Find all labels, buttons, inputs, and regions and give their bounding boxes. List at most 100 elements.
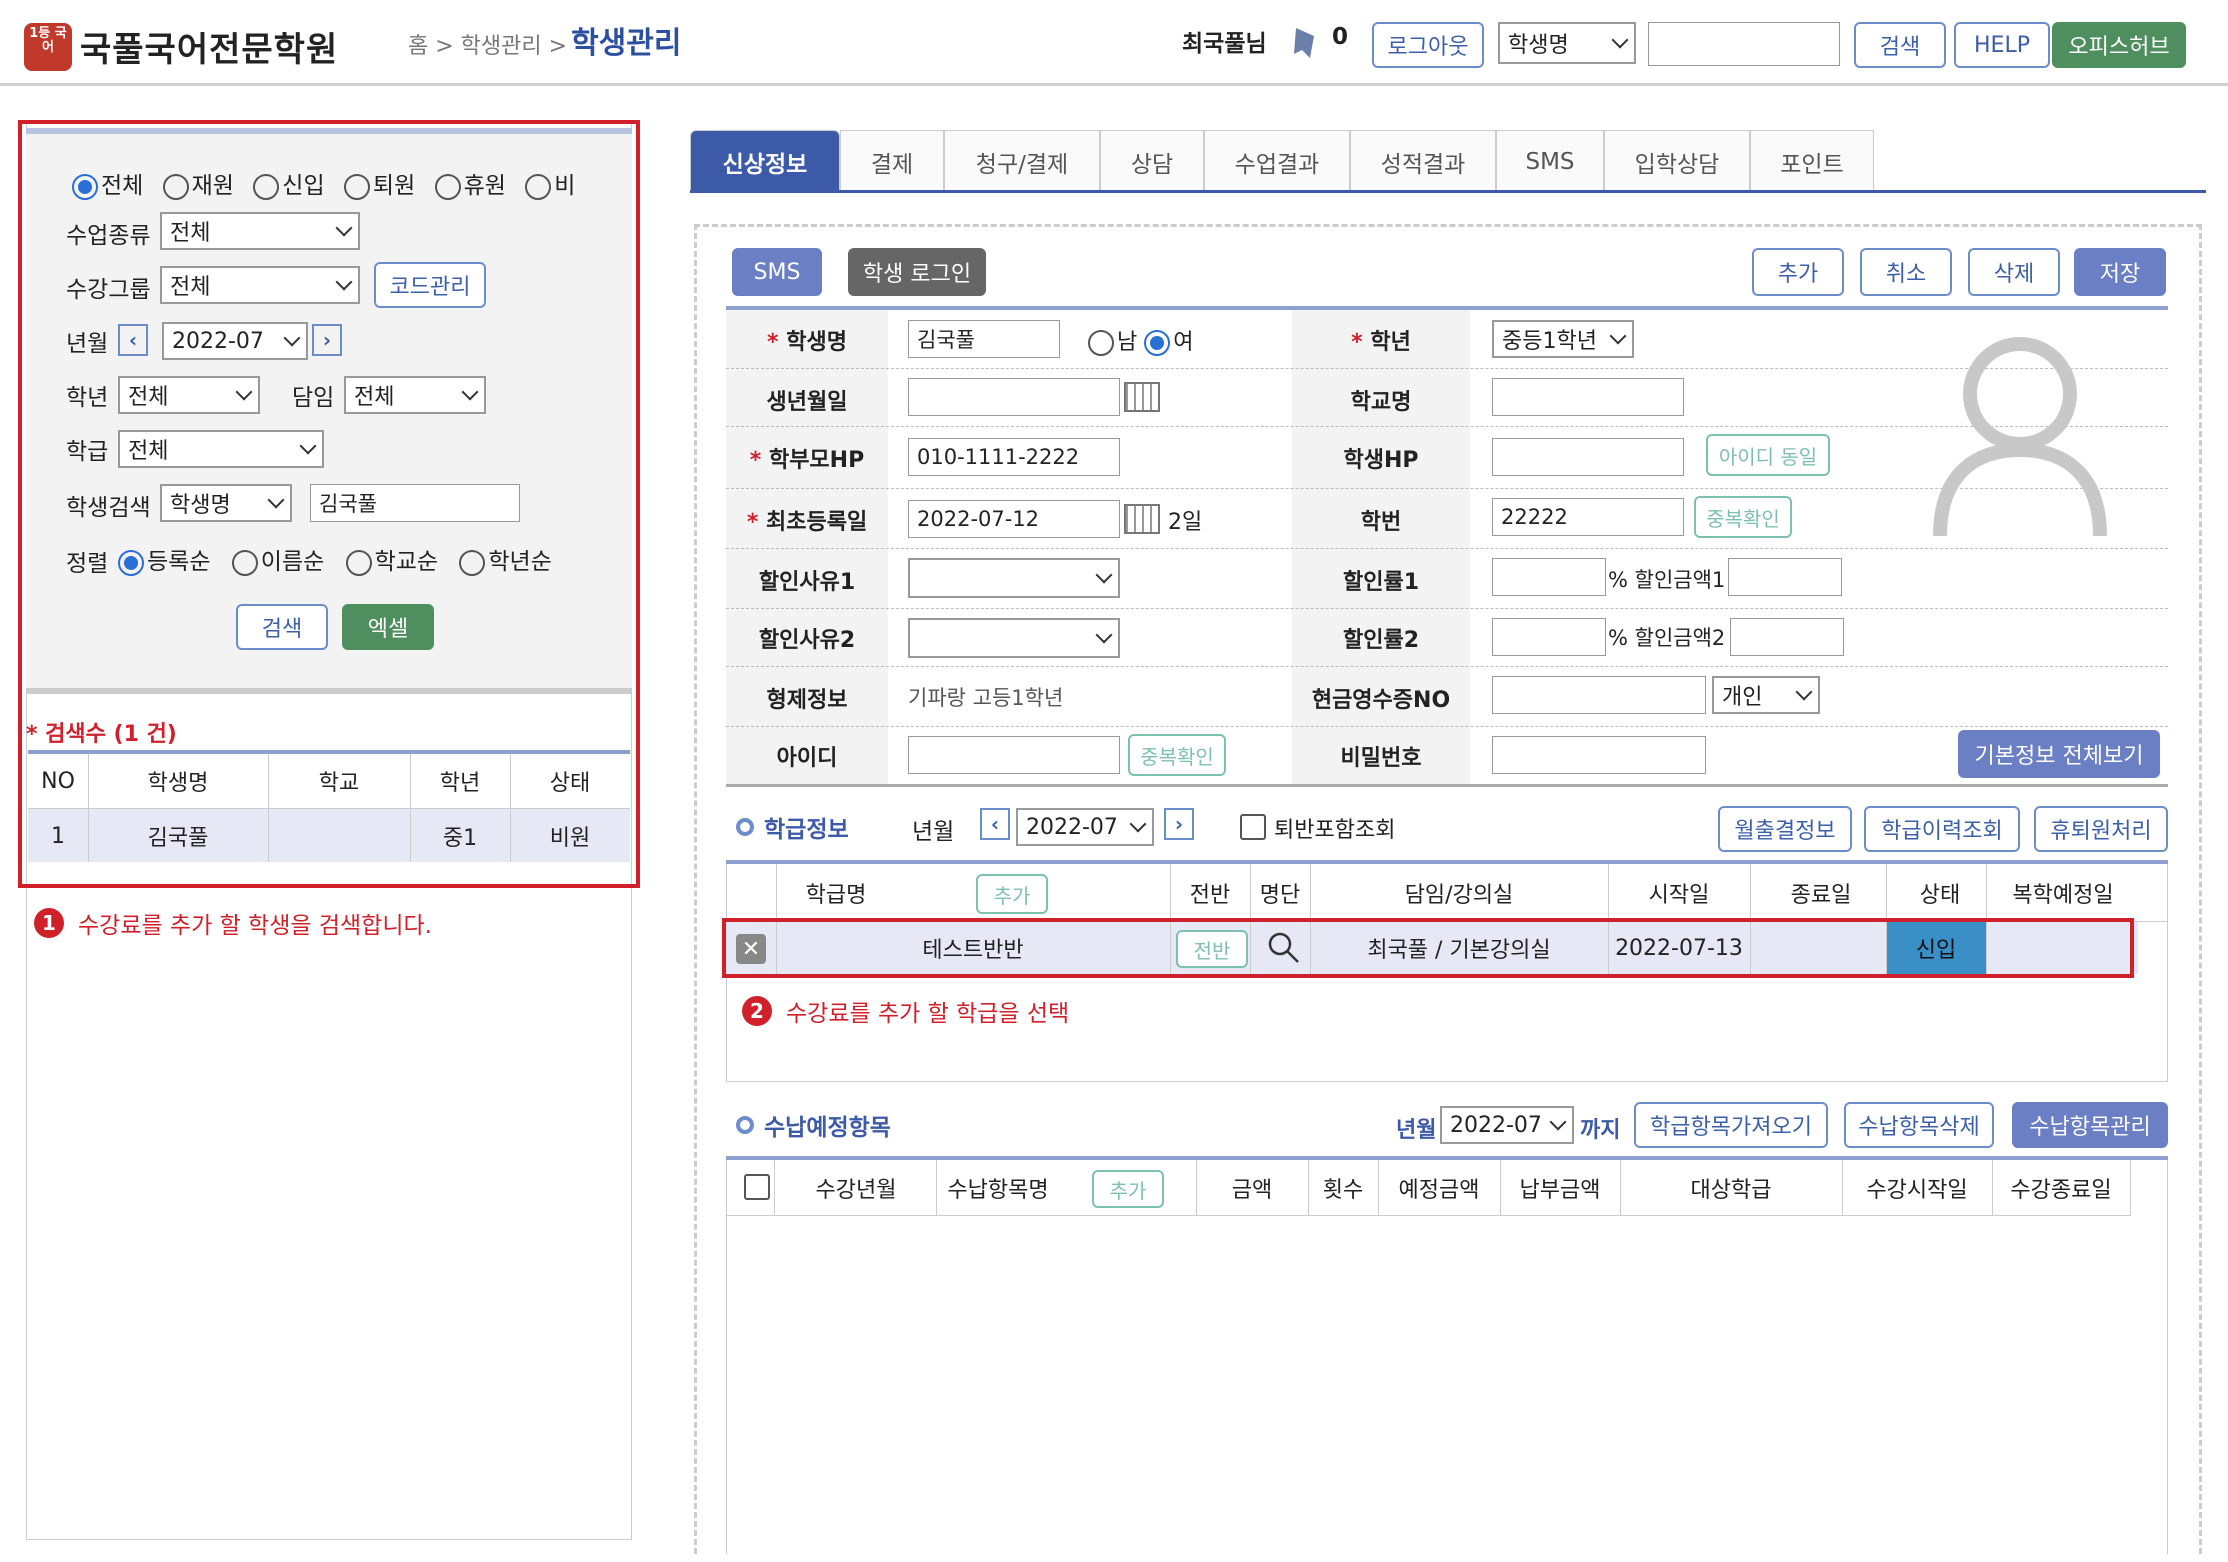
divider (1992, 1160, 1993, 1216)
tab-point[interactable]: 포인트 (1750, 130, 1874, 192)
chevron-down-icon (1095, 566, 1113, 584)
school-label: 학교명 (1350, 390, 1412, 415)
discount-amount2-input[interactable] (1730, 618, 1844, 656)
col-header: 대상학급 (1690, 1178, 1772, 1203)
cancel-button[interactable]: 취소 (1860, 248, 1952, 296)
monthly-attendance-button[interactable]: 월출결정보 (1718, 806, 1852, 852)
same-id-button[interactable]: 아이디 동일 (1706, 434, 1830, 476)
col-header: 학급명 (805, 883, 867, 908)
label-text: 학부모HP (768, 448, 865, 473)
col-header: 예정금액 (1398, 1178, 1480, 1203)
id-input[interactable] (908, 736, 1120, 774)
class-info-title: 학급정보 (736, 810, 849, 844)
select-all-checkbox[interactable] (744, 1174, 770, 1200)
calendar-icon[interactable] (1124, 382, 1160, 412)
logout-button[interactable]: 로그아웃 (1372, 22, 1484, 68)
name-input[interactable]: 김국풀 (908, 320, 1060, 358)
page-title: 학생관리 (571, 26, 682, 61)
select-value: 개인 (1722, 685, 1763, 710)
discount-reason1-select[interactable] (908, 558, 1120, 598)
tab-sms[interactable]: SMS (1496, 130, 1604, 192)
discount-rate1-input[interactable] (1492, 558, 1606, 596)
first-reg-input[interactable]: 2022-07-12 (908, 500, 1120, 538)
form-row-divider (726, 608, 2168, 609)
tab-underline (690, 190, 2206, 193)
student-no-dup-check-button[interactable]: 중복확인 (1694, 496, 1792, 538)
discount-reason2-select[interactable] (908, 618, 1120, 658)
header-search-button[interactable]: 검색 (1854, 22, 1946, 68)
payment-ym-select[interactable]: 2022-07 (1440, 1106, 1574, 1144)
student-no-input[interactable]: 22222 (1492, 498, 1684, 536)
student-login-button[interactable]: 학생 로그인 (848, 248, 986, 296)
tab-admission[interactable]: 입학상담 (1604, 130, 1750, 192)
tab-billing[interactable]: 청구/결제 (944, 130, 1100, 192)
col-header: 복학예정일 (2012, 883, 2114, 908)
discount-amount1-input[interactable] (1728, 558, 1842, 596)
manage-payment-items-button[interactable]: 수납항목관리 (2012, 1102, 2168, 1148)
sibling-label: 형제정보 (766, 688, 848, 713)
gender-radio-group: 남 여 (1088, 324, 1194, 356)
tab-class-result[interactable]: 수업결과 (1204, 130, 1350, 192)
required-mark: * (746, 510, 766, 535)
breadcrumb-path[interactable]: 홈 > 학생관리 > (408, 34, 567, 59)
gender-radio-female[interactable]: 여 (1144, 330, 1194, 356)
col-header: 횟수 (1322, 1178, 1364, 1203)
tab-profile[interactable]: 신상정보 (690, 130, 840, 192)
label-text: 최초등록일 (765, 510, 868, 535)
password-label: 비밀번호 (1340, 746, 1422, 771)
discount-rate1-label: 할인률1 (1342, 570, 1420, 595)
delete-payment-items-button[interactable]: 수납항목삭제 (1844, 1102, 1994, 1148)
header-search-type-value: 학생명 (1508, 33, 1569, 58)
tab-counsel[interactable]: 상담 (1100, 130, 1204, 192)
fetch-class-items-button[interactable]: 학급항목가져오기 (1634, 1102, 1828, 1148)
header-search-type-select[interactable]: 학생명 (1498, 22, 1636, 64)
school-input[interactable] (1492, 378, 1684, 416)
office-hub-button[interactable]: 오피스허브 (2052, 22, 2186, 68)
section-bullet-icon (736, 818, 754, 836)
sms-button[interactable]: SMS (732, 248, 822, 296)
save-button[interactable]: 저장 (2074, 248, 2166, 296)
form-row-divider (726, 666, 2168, 667)
step-number-icon: 1 (34, 908, 64, 938)
password-input[interactable] (1492, 736, 1706, 774)
chevron-down-icon (1609, 327, 1627, 345)
col-header: 종료일 (1790, 883, 1852, 908)
tab-payment[interactable]: 결제 (840, 130, 944, 192)
payment-add-button[interactable]: 추가 (1092, 1170, 1164, 1208)
include-withdrawn-label: 퇴반포함조회 (1274, 818, 1396, 843)
withdraw-process-button[interactable]: 휴퇴원처리 (2034, 806, 2168, 852)
discount-rate2-input[interactable] (1492, 618, 1606, 656)
header-search-input[interactable] (1648, 22, 1840, 66)
tab-grade-result[interactable]: 성적결과 (1350, 130, 1496, 192)
student-hp-input[interactable] (1492, 438, 1684, 476)
birth-input[interactable] (908, 378, 1120, 416)
avatar[interactable] (1920, 330, 2120, 540)
student-hp-label: 학생HP (1343, 448, 1419, 473)
receipt-label: 현금영수증NO (1311, 688, 1451, 713)
divider (774, 1160, 775, 1216)
divider (1842, 1160, 1843, 1216)
basic-info-all-button[interactable]: 기본정보 전체보기 (1958, 730, 2160, 778)
col-header: 수강종료일 (2010, 1178, 2112, 1203)
id-dup-check-button[interactable]: 중복확인 (1128, 734, 1226, 776)
class-next-month-button[interactable]: › (1164, 808, 1194, 840)
calendar-icon[interactable] (1124, 504, 1160, 534)
class-add-button[interactable]: 추가 (976, 874, 1048, 914)
highlight-box-step1 (18, 120, 640, 888)
include-withdrawn-checkbox[interactable] (1240, 814, 1266, 840)
parent-hp-input[interactable]: 010-1111-2222 (908, 438, 1120, 476)
logo[interactable]: 1등 국어 국풀국어전문학원 (24, 22, 338, 71)
delete-button[interactable]: 삭제 (1968, 248, 2060, 296)
chevron-down-icon (1095, 626, 1113, 644)
add-button[interactable]: 추가 (1752, 248, 1844, 296)
receipt-input[interactable] (1492, 676, 1706, 714)
gender-radio-male[interactable]: 남 (1088, 330, 1137, 356)
class-history-button[interactable]: 학급이력조회 (1864, 806, 2020, 852)
help-button[interactable]: HELP (1954, 22, 2050, 68)
class-ym-select[interactable]: 2022-07 (1016, 808, 1154, 846)
grade-select[interactable]: 중등1학년 (1492, 320, 1634, 358)
receipt-type-select[interactable]: 개인 (1712, 676, 1820, 714)
class-prev-month-button[interactable]: ‹ (980, 808, 1010, 840)
select-value: 중등1학년 (1502, 329, 1597, 354)
badge-icon[interactable] (1290, 26, 1320, 60)
